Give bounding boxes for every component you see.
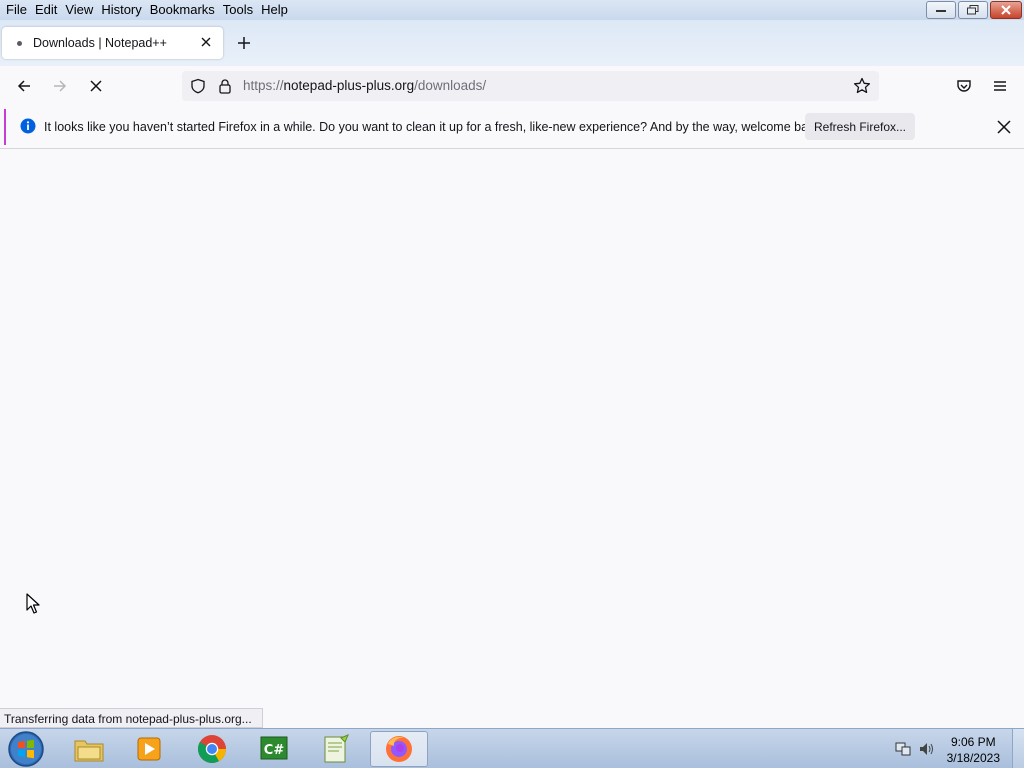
close-window-button[interactable] [990,1,1022,19]
forward-arrow-icon [54,80,67,92]
notepad-plus-plus-icon [324,734,349,763]
tab-strip: Downloads | Notepad++ [0,20,1024,66]
close-tab-icon[interactable] [199,35,213,49]
forward-button[interactable] [50,76,70,96]
taskbar-media-player[interactable] [120,731,178,767]
show-desktop-button[interactable] [1012,729,1024,768]
tab-title: Downloads | Notepad++ [33,36,167,50]
chrome-icon [198,735,226,763]
taskbar: C# 9:06 PM 3/18/2023 [0,728,1024,768]
system-tray: 9:06 PM 3/18/2023 [884,729,1024,768]
pocket-icon [957,80,971,92]
taskbar-csharp-editor[interactable]: C# [245,731,303,767]
url-bar[interactable]: https://notepad-plus-plus.org/downloads/ [182,71,879,101]
url-path: /downloads/ [414,78,487,93]
minimize-button[interactable] [926,1,956,19]
mouse-pointer-icon [26,593,40,614]
loading-indicator-icon [17,40,22,46]
menu-view[interactable]: View [61,0,97,20]
status-text: Transferring data from notepad-plus-plus… [0,708,263,728]
restore-icon [967,5,979,15]
menu-bookmarks[interactable]: Bookmarks [146,0,219,20]
taskbar-chrome[interactable] [183,731,241,767]
windows-logo-icon [8,731,44,767]
close-notification-icon[interactable] [996,119,1012,135]
menu-tools[interactable]: Tools [219,0,257,20]
menu-history[interactable]: History [97,0,145,20]
svg-text:C#: C# [264,743,285,758]
notification-bar: It looks like you haven’t started Firefo… [4,109,1024,145]
refresh-firefox-button[interactable]: Refresh Firefox... [805,113,915,140]
menu-file[interactable]: File [2,0,31,20]
taskbar-notepad-plus-plus[interactable] [307,731,365,767]
back-arrow-icon [17,80,30,92]
url-text[interactable]: https://notepad-plus-plus.org/downloads/ [243,78,486,93]
menu-bar: File Edit View History Bookmarks Tools H… [0,0,292,20]
back-button[interactable] [14,76,34,96]
csharp-editor-icon: C# [260,736,288,760]
stop-icon [90,80,102,92]
navigation-bar: https://notepad-plus-plus.org/downloads/ [0,66,1024,106]
taskbar-clock[interactable]: 9:06 PM 3/18/2023 [947,734,1000,766]
menu-help[interactable]: Help [257,0,292,20]
volume-icon[interactable] [918,741,936,757]
folder-icon [74,740,104,762]
page-content[interactable] [0,149,1024,728]
new-tab-icon[interactable] [236,35,252,51]
close-icon [1001,5,1011,15]
window-controls [926,1,1022,19]
window-titlebar: File Edit View History Bookmarks Tools H… [0,0,1024,20]
media-player-icon [137,737,161,761]
network-icon[interactable] [894,741,912,757]
info-icon [20,118,36,134]
clock-date: 3/18/2023 [946,751,1000,765]
notification-message: It looks like you haven’t started Firefo… [44,120,825,134]
hamburger-menu-icon [994,81,1006,91]
url-host: notepad-plus-plus.org [283,78,415,93]
restore-button[interactable] [958,1,988,19]
menu-edit[interactable]: Edit [31,0,61,20]
stop-button[interactable] [86,76,106,96]
taskbar-firefox[interactable] [370,731,428,767]
url-scheme: https:// [243,78,284,93]
bookmark-star-icon[interactable] [853,77,871,95]
firefox-icon [386,736,412,762]
pocket-button[interactable] [954,76,974,96]
app-menu-button[interactable] [990,76,1010,96]
clock-time: 9:06 PM [950,735,996,749]
taskbar-file-explorer[interactable] [60,731,118,767]
tab-downloads[interactable]: Downloads | Notepad++ [2,27,223,59]
lock-icon[interactable] [218,78,232,94]
tracking-shield-icon[interactable] [190,78,206,94]
start-button[interactable] [6,730,46,768]
minimize-icon [936,10,946,12]
